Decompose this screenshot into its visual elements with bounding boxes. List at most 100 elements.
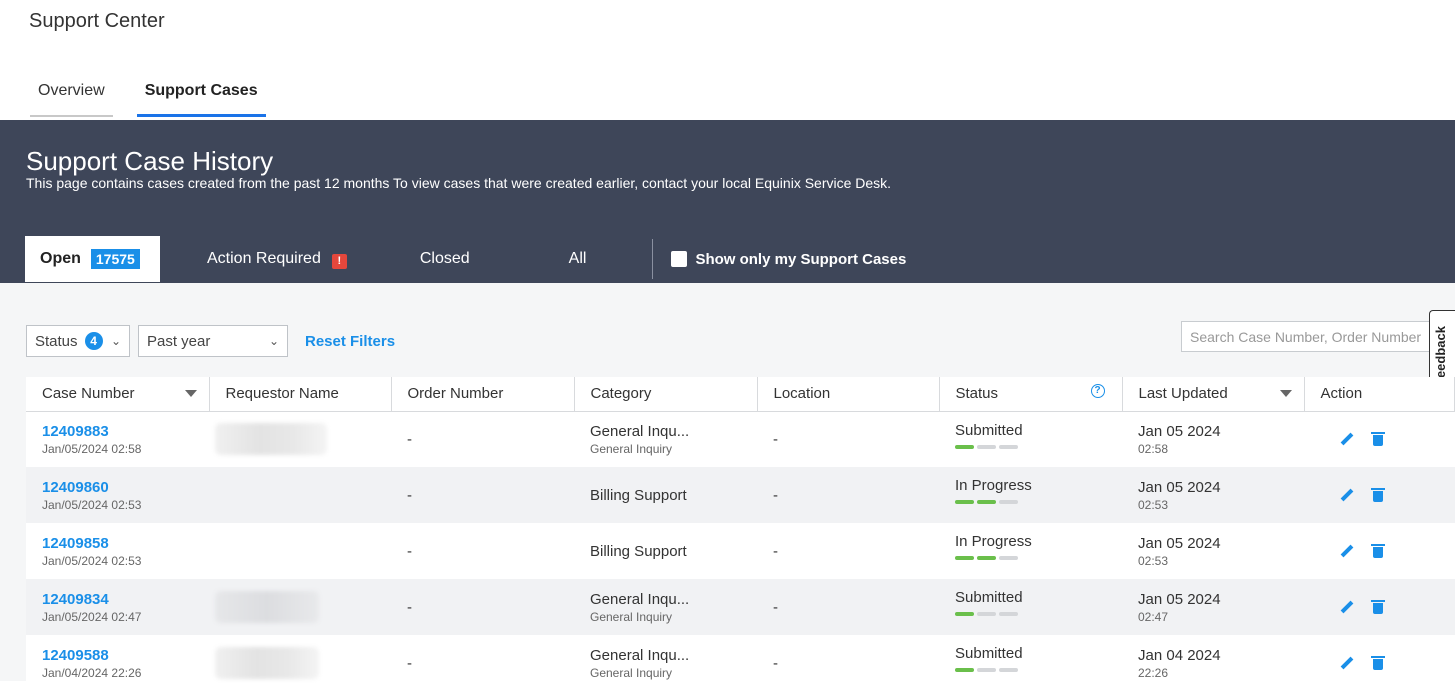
edit-icon[interactable] xyxy=(1338,655,1354,671)
table-row[interactable]: 12409858 Jan/05/2024 02:53 - Billing Supp… xyxy=(26,523,1455,579)
updated-date: Jan 05 2024 xyxy=(1138,422,1221,440)
subcategory: General Inquiry xyxy=(590,441,673,456)
case-number-link[interactable]: 12409883 xyxy=(42,423,193,440)
status-filter-label: Status xyxy=(35,332,78,350)
created-date: Jan/05/2024 02:47 xyxy=(42,609,142,624)
status-text: Submitted xyxy=(955,589,1023,606)
tab-overview[interactable]: Overview xyxy=(30,70,113,117)
status-progress xyxy=(955,500,1106,504)
header-last-updated[interactable]: Last Updated xyxy=(1122,377,1305,412)
created-date: Jan/05/2024 02:53 xyxy=(42,553,142,568)
banner-title: Support Case History xyxy=(26,146,274,176)
status-filter-dropdown[interactable]: Status 4 ⌄ xyxy=(26,325,130,357)
case-number-link[interactable]: 12409860 xyxy=(42,479,193,496)
page-title: Support Center xyxy=(29,10,165,32)
category: General Inqu... xyxy=(590,590,690,608)
status-text: Submitted xyxy=(955,421,1023,439)
status-text: In Progress xyxy=(955,477,1032,494)
tab-closed[interactable]: Closed xyxy=(420,236,470,282)
search-input[interactable] xyxy=(1181,321,1431,352)
redacted-requestor xyxy=(215,423,327,456)
location: - xyxy=(757,467,939,523)
period-filter-dropdown[interactable]: Past year ⌄ xyxy=(138,325,288,357)
updated-time: 02:47 xyxy=(1138,609,1169,624)
chevron-down-icon: ⌄ xyxy=(268,334,279,348)
edit-icon[interactable] xyxy=(1338,431,1354,447)
status-progress xyxy=(955,612,1106,616)
location: - xyxy=(757,579,939,635)
open-count-badge: 17575 xyxy=(90,249,140,269)
updated-time: 02:53 xyxy=(1138,497,1169,512)
status-progress xyxy=(955,668,1106,672)
header-label: Status xyxy=(955,385,999,403)
updated-date: Jan 05 2024 xyxy=(1138,478,1221,496)
order-number: - xyxy=(391,523,574,579)
help-icon[interactable]: ? xyxy=(1090,384,1105,398)
header-action: Action xyxy=(1304,377,1455,412)
tab-action-required[interactable]: Action Required ! xyxy=(207,236,347,282)
tab-support-cases[interactable]: Support Cases xyxy=(136,70,266,117)
tab-open[interactable]: Open 17575 xyxy=(25,236,160,282)
location: - xyxy=(757,523,939,579)
header-order-number: Order Number xyxy=(391,377,575,412)
history-banner: Support Case History This page contains … xyxy=(0,120,1455,283)
case-number-link[interactable]: 12409858 xyxy=(42,535,193,552)
order-number: - xyxy=(391,411,574,467)
edit-icon[interactable] xyxy=(1338,599,1354,615)
updated-date: Jan 04 2024 xyxy=(1138,646,1221,664)
reset-filters-link[interactable]: Reset Filters xyxy=(305,333,395,350)
tab-all[interactable]: All xyxy=(569,236,587,282)
updated-date: Jan 05 2024 xyxy=(1138,590,1221,608)
cases-content: Status 4 ⌄ Past year ⌄ Reset Filters Fee… xyxy=(0,283,1455,691)
subcategory: General Inquiry xyxy=(590,609,673,624)
case-number-link[interactable]: 12409588 xyxy=(42,647,193,664)
subcategory: General Inquiry xyxy=(590,665,673,680)
order-number: - xyxy=(391,579,574,635)
created-date: Jan/05/2024 02:58 xyxy=(42,441,142,456)
category: General Inqu... xyxy=(590,646,690,664)
tab-action-required-label: Action Required xyxy=(207,250,321,267)
banner-description: This page contains cases created from th… xyxy=(26,175,892,191)
delete-icon[interactable] xyxy=(1370,543,1386,559)
delete-icon[interactable] xyxy=(1370,599,1386,615)
status-progress xyxy=(955,556,1106,560)
header-location: Location xyxy=(757,377,940,412)
status-progress xyxy=(955,444,1106,449)
table-row[interactable]: 12409834 Jan/05/2024 02:47 - General Inqu… xyxy=(26,579,1455,635)
order-number: - xyxy=(391,635,574,691)
category: Billing Support xyxy=(590,486,687,504)
edit-icon[interactable] xyxy=(1338,543,1354,559)
my-cases-label: Show only my Support Cases xyxy=(695,250,907,268)
header-label: Case Number xyxy=(42,385,135,403)
updated-time: 02:58 xyxy=(1138,441,1169,456)
delete-icon[interactable] xyxy=(1370,431,1386,447)
header-case-number[interactable]: Case Number xyxy=(26,377,210,412)
table-row[interactable]: 12409883 Jan/05/2024 02:58 - General Inqu… xyxy=(26,411,1455,467)
my-cases-checkbox[interactable] xyxy=(671,251,688,267)
sort-down-icon[interactable] xyxy=(184,390,197,397)
edit-icon[interactable] xyxy=(1338,487,1354,503)
delete-icon[interactable] xyxy=(1370,487,1386,503)
created-date: Jan/05/2024 02:53 xyxy=(42,497,142,512)
status-text: Submitted xyxy=(955,645,1023,662)
alert-icon: ! xyxy=(331,253,347,269)
chevron-down-icon: ⌄ xyxy=(110,334,121,348)
delete-icon[interactable] xyxy=(1370,655,1386,671)
table-row[interactable]: 12409860 Jan/05/2024 02:53 - Billing Supp… xyxy=(26,467,1455,523)
category: General Inqu... xyxy=(590,422,690,440)
case-filter-tabs: Open 17575 Action Required ! Closed All … xyxy=(25,236,906,282)
category: Billing Support xyxy=(590,542,687,560)
created-date: Jan/04/2024 22:26 xyxy=(42,665,142,680)
case-number-link[interactable]: 12409834 xyxy=(42,591,193,608)
header-status: Status? xyxy=(939,377,1123,412)
main-tabs: Overview Support Cases xyxy=(30,70,290,117)
header-requestor-name: Requestor Name xyxy=(209,377,392,412)
top-header: Support Center Overview Support Cases xyxy=(0,0,1455,120)
updated-time: 22:26 xyxy=(1138,665,1169,680)
table-row[interactable]: 12409588 Jan/04/2024 22:26 - General Inqu… xyxy=(26,635,1455,691)
sort-down-icon[interactable] xyxy=(1279,390,1292,397)
period-filter-value: Past year xyxy=(147,332,211,350)
header-label: Last Updated xyxy=(1138,385,1228,403)
order-number: - xyxy=(391,467,574,523)
updated-date: Jan 05 2024 xyxy=(1138,534,1221,552)
